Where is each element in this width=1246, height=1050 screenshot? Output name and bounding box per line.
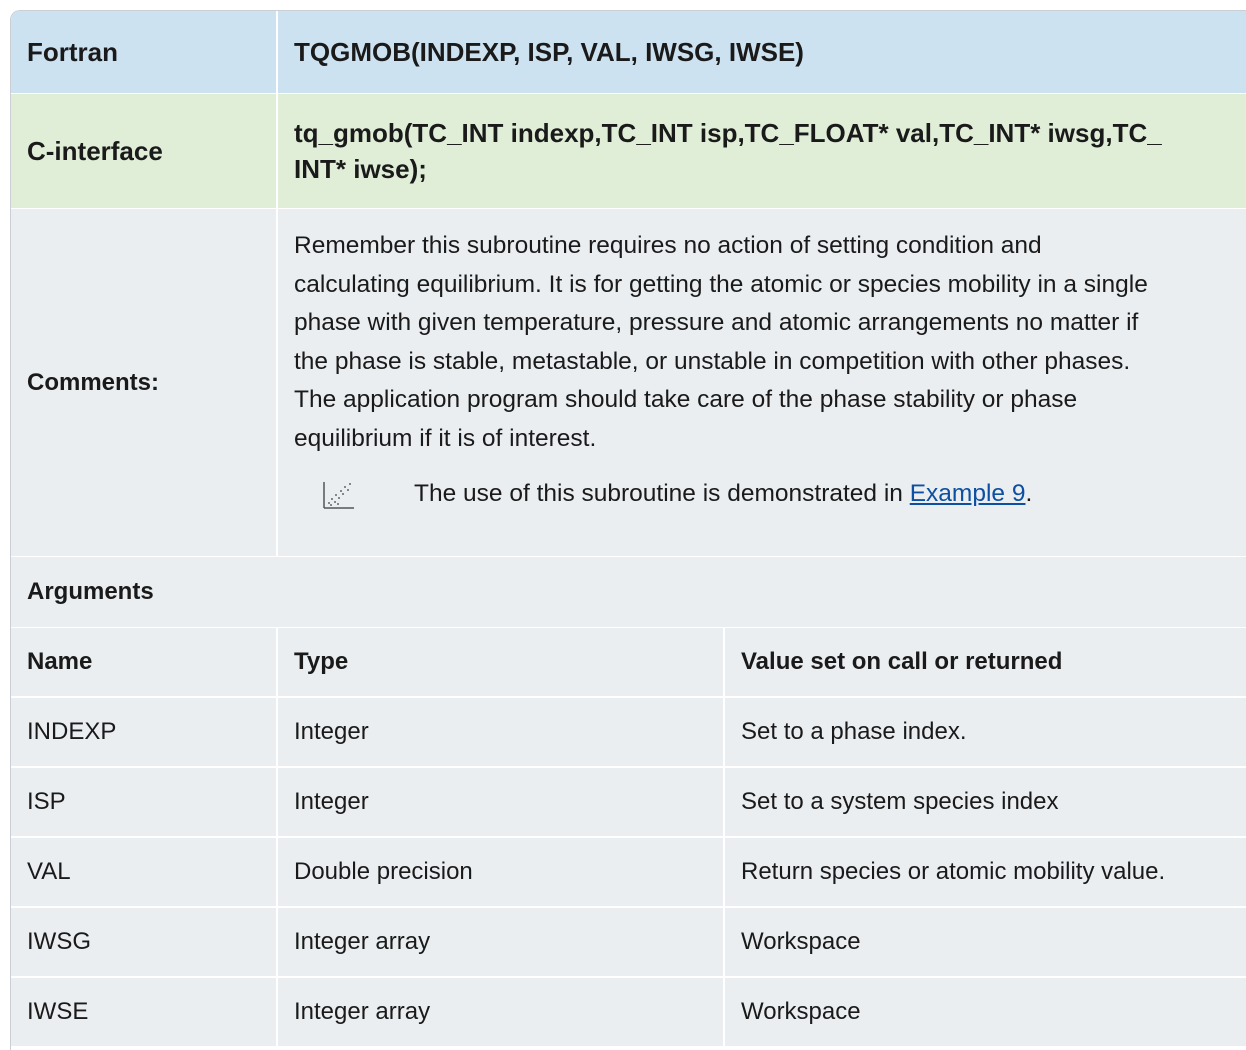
arguments-header-row: Name Type Value set on call or returned bbox=[11, 628, 1246, 698]
arg-name: IWSG bbox=[11, 908, 278, 976]
comments-line: Remember this subroutine requires no act… bbox=[294, 232, 1042, 259]
comments-body: Remember this subroutine requires no act… bbox=[278, 209, 1246, 556]
fortran-row: Fortran TQGMOB(INDEXP, ISP, VAL, IWSG, I… bbox=[11, 11, 1246, 94]
arg-value: Workspace bbox=[741, 928, 861, 955]
fortran-label: Fortran bbox=[11, 11, 278, 93]
arg-value: Workspace bbox=[741, 998, 861, 1025]
arguments-row: Arguments bbox=[11, 557, 1246, 628]
table-row: ISP Integer Set to a system species inde… bbox=[11, 768, 1246, 838]
scatter-plot-icon bbox=[314, 474, 362, 514]
note-text: The use of this subroutine is demonstrat… bbox=[414, 475, 1032, 514]
arg-value: Return species or atomic mobility value. bbox=[741, 858, 1166, 885]
example-note: The use of this subroutine is demonstrat… bbox=[296, 474, 1240, 514]
comments-row: Comments: Remember this subroutine requi… bbox=[11, 209, 1246, 557]
note-prefix: The use of this subroutine is demonstrat… bbox=[414, 479, 910, 507]
arguments-label: Arguments bbox=[27, 578, 154, 605]
table-row: IWSG Integer array Workspace bbox=[11, 908, 1246, 978]
table-row: IWSE Integer array Workspace bbox=[11, 978, 1246, 1048]
arg-type: Integer array bbox=[278, 908, 725, 976]
table-row: VAL Double precision Return species or a… bbox=[11, 838, 1246, 908]
arg-type: Double precision bbox=[278, 838, 725, 906]
reference-table: Fortran TQGMOB(INDEXP, ISP, VAL, IWSG, I… bbox=[10, 10, 1246, 1050]
table-row: INDEXP Integer Set to a phase index. bbox=[11, 698, 1246, 768]
example-9-link[interactable]: Example 9 bbox=[910, 480, 1026, 507]
arg-type: Integer bbox=[278, 698, 725, 766]
arg-name: ISP bbox=[11, 768, 278, 836]
comments-label: Comments: bbox=[11, 209, 278, 556]
arg-type: Integer array bbox=[278, 978, 725, 1046]
arg-type: Integer bbox=[278, 768, 725, 836]
header-value: Value set on call or returned bbox=[741, 648, 1063, 675]
c-interface-signature: tq_gmob(TC_INT indexp,TC_INT isp,TC_FLOA… bbox=[278, 94, 1246, 208]
comments-text: Remember this subroutine requires no act… bbox=[294, 227, 1240, 458]
note-suffix: . bbox=[1025, 479, 1033, 507]
comments-line: the phase is stable, metastable, or unst… bbox=[294, 347, 1131, 375]
c-interface-signature-line-2: INT* iwse); bbox=[294, 154, 427, 184]
c-interface-signature-line-1: tq_gmob(TC_INT indexp,TC_INT isp,TC_FLOA… bbox=[294, 118, 1162, 148]
arg-name: INDEXP bbox=[11, 698, 278, 766]
comments-line: phase with given temperature, pressure a… bbox=[294, 309, 1139, 336]
comments-line: equilibrium if it is of interest. bbox=[294, 424, 597, 452]
c-interface-row: C-interface tq_gmob(TC_INT indexp,TC_INT… bbox=[11, 94, 1246, 209]
comments-line: calculating equilibrium. It is for getti… bbox=[294, 270, 1148, 298]
arg-name: IWSE bbox=[11, 978, 278, 1046]
comments-line: The application program should take care… bbox=[294, 386, 1078, 413]
fortran-signature: TQGMOB(INDEXP, ISP, VAL, IWSG, IWSE) bbox=[294, 36, 804, 67]
arg-value: Set to a phase index. bbox=[741, 718, 967, 745]
arg-value: Set to a system species index bbox=[741, 788, 1059, 815]
arg-name: VAL bbox=[11, 838, 278, 906]
c-interface-label: C-interface bbox=[11, 94, 278, 208]
header-type: Type bbox=[278, 628, 725, 696]
header-name: Name bbox=[11, 628, 278, 696]
